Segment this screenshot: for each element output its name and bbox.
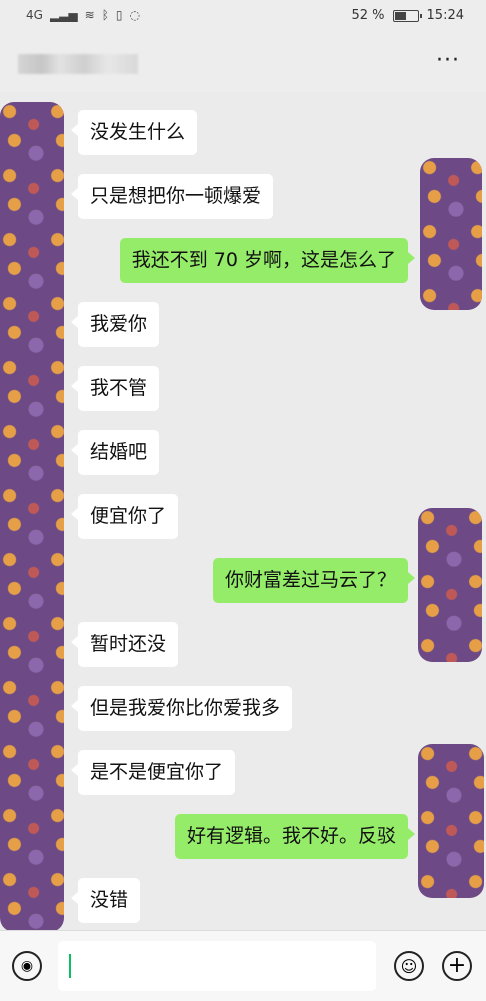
whatsapp-icon: ◌ [129,8,140,22]
emoji-icon[interactable]: ☺ [394,951,424,981]
message-incoming[interactable]: 我不管 [70,366,160,411]
contact-name-blurred [18,54,138,74]
status-icons-right: 52 % 15:24 [352,8,465,23]
contact-avatar-stack[interactable] [0,102,64,932]
input-bar: ◉ ☺ + [0,930,486,1001]
message-outgoing[interactable]: 我还不到 70 岁啊，这是怎么了 [119,238,416,283]
battery-fill [394,11,406,20]
message-outgoing[interactable]: 你财富差过马云了？ [212,558,416,603]
message-incoming[interactable]: 结婚吧 [70,430,160,475]
battery-icon [392,9,422,22]
my-avatar[interactable] [418,744,484,898]
message-input[interactable] [58,941,376,991]
status-icons-left: 4G ▂▃▅ ≋ ᛒ ▯ ◌ [26,8,140,22]
network-type: 4G [26,8,43,22]
wifi-icon: ≋ [84,8,95,22]
vibrate-icon: ▯ [115,8,123,22]
message-incoming[interactable]: 但是我爱你比你爱我多 [70,686,293,731]
clock: 15:24 [426,8,464,23]
message-incoming[interactable]: 没错 [70,878,141,923]
message-incoming[interactable]: 是不是便宜你了 [70,750,236,795]
message-outgoing[interactable]: 好有逻辑。我不好。反驳 [174,814,416,859]
chat-header: ··· [0,34,486,92]
text-caret [69,954,71,978]
chat-area[interactable]: 没发生什么 只是想把你一顿爆爱 我还不到 70 岁啊，这是怎么了 我爱你 我不管… [0,92,486,932]
battery-percent: 52 % [351,8,385,23]
my-avatar[interactable] [420,158,482,310]
status-bar: 4G ▂▃▅ ≋ ᛒ ▯ ◌ 52 % 15:24 [0,0,486,34]
more-icon[interactable]: ··· [436,48,460,73]
message-incoming[interactable]: 我爱你 [70,302,160,347]
plus-icon[interactable]: + [442,951,472,981]
message-incoming[interactable]: 没发生什么 [70,110,198,155]
bluetooth-icon: ᛒ [101,8,109,22]
message-incoming[interactable]: 便宜你了 [70,494,179,539]
my-avatar[interactable] [418,508,482,662]
message-incoming[interactable]: 暂时还没 [70,622,179,667]
signal-icon: ▂▃▅ [49,8,78,22]
message-incoming[interactable]: 只是想把你一顿爆爱 [70,174,274,219]
voice-icon[interactable]: ◉ [12,951,42,981]
